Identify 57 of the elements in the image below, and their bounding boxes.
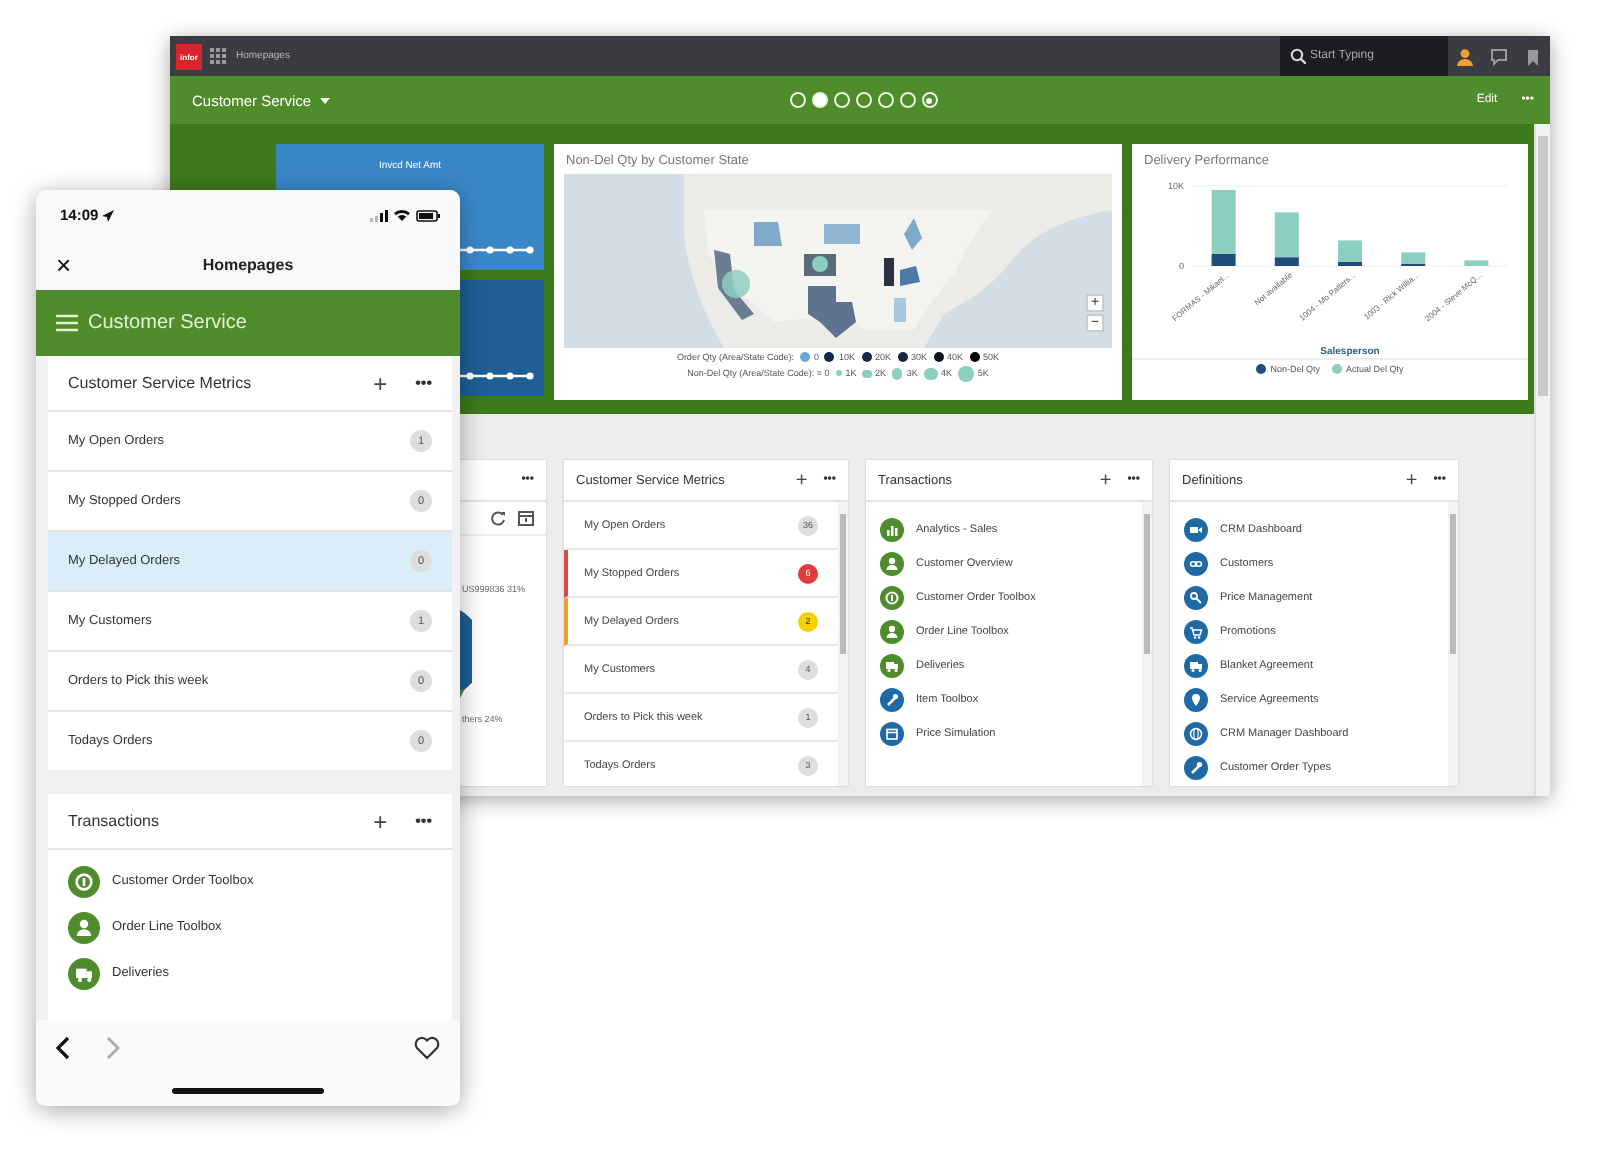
location-arrow-icon [102,209,115,221]
page-dot[interactable] [855,92,871,108]
wrench-icon [1184,755,1208,779]
page-dot[interactable] [789,92,805,108]
screen-title: Homepages [200,256,296,274]
back-icon[interactable] [56,1036,70,1060]
legend-dot [923,367,938,381]
legend-dot [835,370,842,377]
heart-icon[interactable] [414,1036,440,1060]
scrollbar[interactable] [1534,124,1550,796]
add-button[interactable]: + [373,369,388,397]
grid-icon[interactable] [210,48,226,64]
link-icon [1184,551,1208,575]
card-title: Transactions [68,812,161,830]
close-button[interactable]: × [36,250,72,280]
more-button[interactable]: ••• [415,374,432,392]
globe-icon [1184,721,1208,745]
add-page-dot[interactable] [921,92,937,108]
banner-title: Customer Service [88,312,247,334]
add-button[interactable]: + [1405,469,1418,491]
scrollbar[interactable] [838,502,848,786]
signal-icon [370,209,388,221]
chat-icon[interactable] [1490,47,1508,65]
add-button[interactable]: + [373,807,388,835]
battery-icon [416,209,440,221]
legend-dot [862,369,871,378]
legend-dot [958,366,974,382]
page-dot[interactable] [877,92,893,108]
page-dot[interactable] [811,92,827,108]
card-title: Customer Service Metrics [68,374,254,392]
search-icon [1290,48,1306,64]
calendar-icon[interactable] [518,510,534,526]
truck-icon [68,957,100,989]
person-icon[interactable] [1456,47,1474,65]
scrollbar[interactable] [1142,502,1152,786]
key-icon [1184,585,1208,609]
coin-icon [68,865,100,897]
forward-icon[interactable] [106,1036,120,1060]
legend-dot [892,368,903,380]
truck-icon [1184,653,1208,677]
scrollbar[interactable] [1448,502,1458,786]
cart-icon [1184,619,1208,643]
refresh-icon[interactable] [490,510,506,526]
person-icon [68,911,100,943]
add-button[interactable]: + [1099,469,1112,491]
bookmark-icon[interactable] [1524,47,1542,65]
pin-icon [1184,687,1208,711]
menu-icon[interactable] [56,314,78,332]
pie-chart-drawing [460,610,472,698]
wifi-icon [394,208,410,222]
caret-icon[interactable] [319,97,330,103]
page-dot[interactable] [899,92,915,108]
page-dot[interactable] [833,92,849,108]
add-button[interactable]: + [795,469,808,491]
more-button[interactable]: ••• [415,812,432,830]
camera-icon [1184,517,1208,541]
bar [1464,260,1489,266]
